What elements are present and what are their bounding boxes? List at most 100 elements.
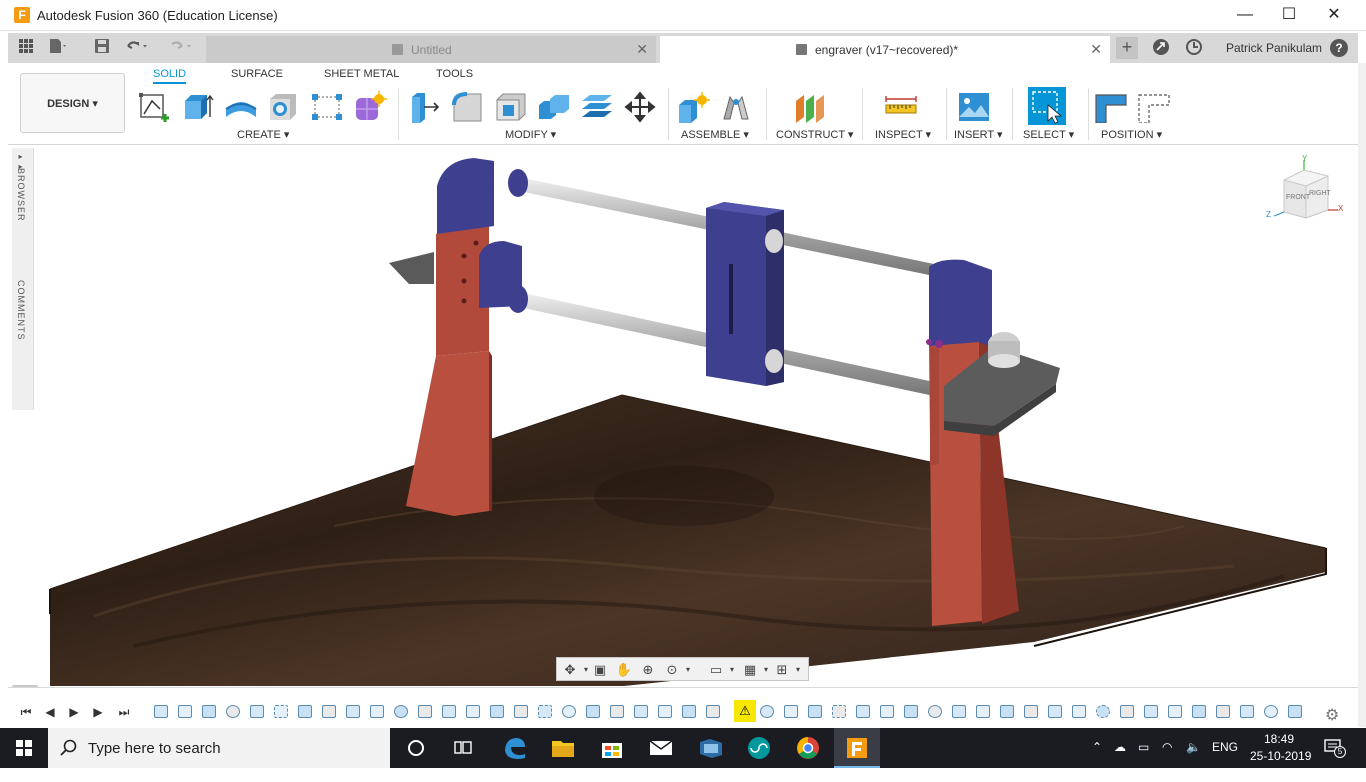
shell-icon[interactable] [494,91,528,123]
timeline-feature-item[interactable] [952,705,966,718]
x-carriage[interactable] [706,202,784,386]
file-menu-icon[interactable] [48,38,68,58]
timeline-feature-item[interactable] [808,705,822,718]
minimize-button[interactable]: — [1225,4,1265,28]
redo-icon[interactable] [168,38,191,58]
offset-plane-icon[interactable] [792,91,826,123]
close-tab-engraver-icon[interactable]: ✕ [1090,41,1102,58]
timeline-feature-item[interactable] [226,705,240,718]
timeline-feature-item[interactable] [370,705,384,718]
insert-menu[interactable]: INSERT ▾ [954,128,1003,141]
notifications-icon[interactable]: 5 [1324,738,1346,758]
timeline-next-button[interactable]: ▶ [90,705,106,719]
timeline-feature-item[interactable] [1216,705,1230,718]
model-scene[interactable] [34,146,1358,686]
pan-icon[interactable]: ✋ [615,661,633,679]
timeline-feature-item[interactable] [1240,705,1254,718]
tab-untitled[interactable]: Untitled ✕ [206,36,656,63]
timeline-feature-item[interactable] [394,705,408,718]
select-menu[interactable]: SELECT ▾ [1023,128,1074,141]
pattern-icon[interactable] [310,91,344,123]
viewports-dropdown-icon[interactable]: ▾ [789,661,807,679]
timeline-feature-item[interactable] [658,705,672,718]
fit-dropdown-icon[interactable]: ▾ [679,661,697,679]
timeline-feature-item[interactable] [976,705,990,718]
insert-image-icon[interactable] [957,91,991,123]
onedrive-icon[interactable]: ☁ [1114,740,1126,754]
construct-menu[interactable]: CONSTRUCT ▾ [776,128,853,141]
arduino-icon[interactable] [736,728,782,768]
joint-icon[interactable] [719,91,753,123]
viewcube-front-face[interactable]: FRONT [1286,194,1310,201]
input-language[interactable]: ENG [1212,740,1238,754]
clock-time[interactable]: 18:49 [1264,732,1294,746]
modify-menu[interactable]: MODIFY ▾ [505,128,556,141]
combine-icon[interactable] [537,91,571,123]
timeline-feature-item[interactable] [562,705,576,718]
press-pull-icon[interactable] [408,91,442,123]
timeline-feature-item[interactable] [514,705,528,718]
tab-surface[interactable]: SURFACE [231,68,283,80]
timeline-warning-icon[interactable]: ⚠ [734,700,756,722]
create-form-icon[interactable] [353,91,387,123]
revolve-icon[interactable] [224,91,258,123]
battery-icon[interactable]: ▭ [1138,740,1149,754]
tab-tools[interactable]: TOOLS [436,68,473,80]
zoom-icon[interactable]: ⊕ [639,661,657,679]
new-tab-button[interactable]: + [1116,37,1138,59]
help-icon[interactable]: ? [1330,39,1348,57]
tab-sheet-metal[interactable]: SHEET METAL [324,68,399,80]
timeline-play-button[interactable]: ▶ [66,705,82,719]
timeline-feature-item[interactable] [178,705,192,718]
virtualbox-icon[interactable] [688,728,734,768]
timeline-feature-item[interactable] [904,705,918,718]
create-sketch-icon[interactable] [138,91,172,123]
mail-icon[interactable] [638,728,684,768]
timeline-feature-item[interactable] [322,705,336,718]
timeline-feature-item[interactable] [832,705,846,718]
fillet-icon[interactable] [451,91,485,123]
timeline-first-button[interactable]: ⏮ [18,705,34,719]
timeline-feature-item[interactable] [1120,705,1134,718]
viewcube-right-face[interactable]: RIGHT [1309,190,1331,197]
extrude-icon[interactable] [181,91,215,123]
new-component-icon[interactable] [676,91,710,123]
timeline-feature-item[interactable] [1000,705,1014,718]
timeline-settings-icon[interactable]: ⚙ [1325,705,1339,725]
display-dropdown-icon[interactable]: ▾ [723,661,741,679]
fusion360-taskbar-icon[interactable] [834,728,880,768]
timeline-feature-item[interactable] [1192,705,1206,718]
timeline-feature-item[interactable] [1168,705,1182,718]
timeline-feature-item[interactable] [490,705,504,718]
timeline-feature-item[interactable] [418,705,432,718]
show-hidden-icons[interactable]: ⌃ [1092,740,1102,754]
timeline-feature-item[interactable] [856,705,870,718]
timeline-feature-item[interactable] [442,705,456,718]
measure-icon[interactable] [884,91,918,123]
look-at-icon[interactable]: ▣ [591,661,609,679]
timeline-feature-item[interactable] [298,705,312,718]
timeline-feature-item[interactable] [1048,705,1062,718]
hole-icon[interactable] [267,91,301,123]
timeline-feature-item[interactable] [784,705,798,718]
capture-position-icon[interactable] [1094,91,1128,124]
timeline-feature-item[interactable] [346,705,360,718]
select-tool-icon[interactable] [1028,87,1066,125]
timeline-feature-item[interactable] [706,705,720,718]
cortana-icon[interactable] [393,728,439,768]
maximize-button[interactable]: ☐ [1269,4,1309,28]
3d-viewport-canvas[interactable]: FRONT RIGHT Y Z X [34,146,1358,686]
timeline-feature-item[interactable] [1072,705,1086,718]
revert-position-icon[interactable] [1137,91,1171,124]
position-menu[interactable]: POSITION ▾ [1101,128,1162,141]
network-icon[interactable]: ◠ [1162,740,1172,754]
timeline-feature-item[interactable] [202,705,216,718]
timeline-feature-item[interactable] [1024,705,1038,718]
volume-icon[interactable]: 🔈 [1186,740,1201,754]
browser-panel-collapsed[interactable]: ▸▸ BROWSER COMMENTS [12,148,34,410]
tab-solid[interactable]: SOLID [153,68,187,84]
timeline-feature-item[interactable] [274,705,288,718]
save-icon[interactable] [92,38,112,58]
timeline-feature-item[interactable] [928,705,942,718]
inspect-menu[interactable]: INSPECT ▾ [875,128,931,141]
